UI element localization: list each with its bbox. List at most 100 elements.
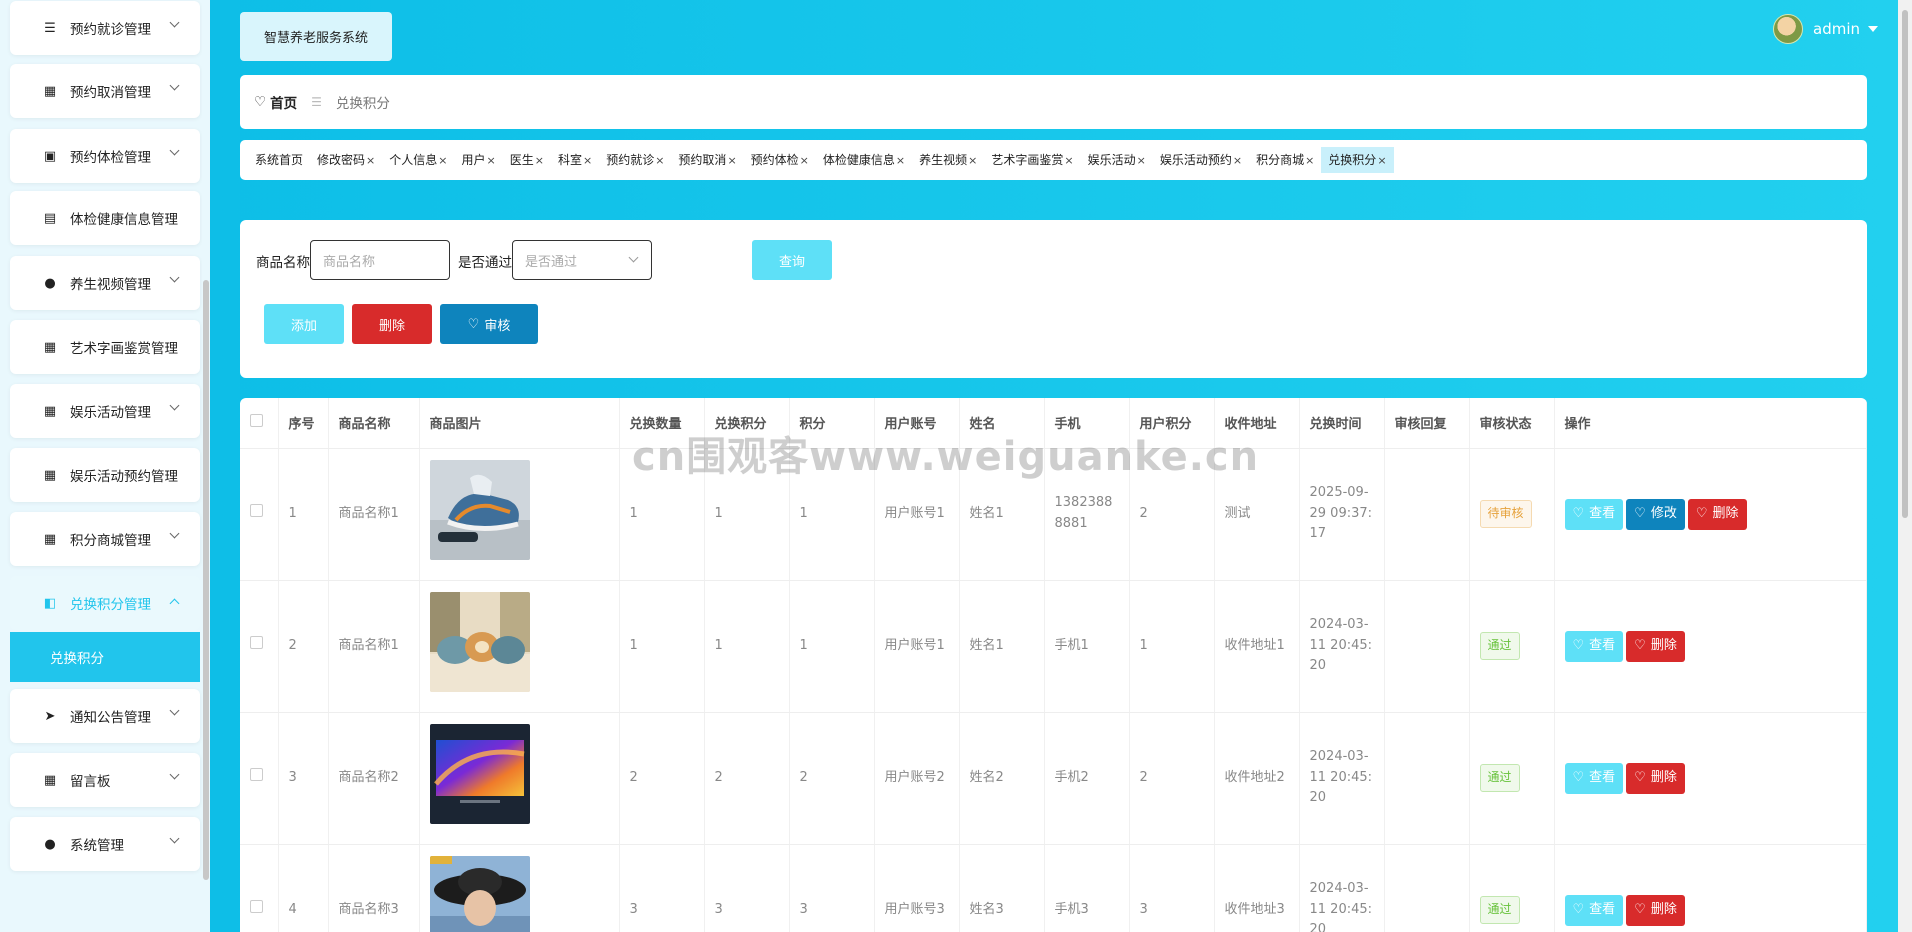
view-button[interactable]: ♡ 查看 (1564, 762, 1624, 794)
sidebar-scroll-thumb[interactable] (203, 280, 209, 880)
row-checkbox[interactable] (250, 503, 263, 517)
tab-item[interactable]: 娱乐活动预约× (1153, 147, 1249, 173)
sidebar-item[interactable]: ▦ 预约取消管理 (10, 64, 200, 118)
heart-icon: ♡ (1634, 901, 1646, 917)
column-header: 审核状态 (1469, 398, 1555, 449)
sidebar-item[interactable]: ● 养生视频管理 (10, 256, 200, 310)
column-header: 兑换积分 (704, 398, 790, 449)
tab-item[interactable]: 修改密码× (310, 147, 382, 173)
sidebar-scrollbar[interactable] (202, 0, 210, 932)
tab-label: 娱乐活动 (1087, 153, 1136, 167)
close-icon[interactable]: × (438, 154, 447, 167)
tab-item[interactable]: 用户× (454, 147, 502, 173)
close-icon[interactable]: × (800, 154, 809, 167)
sidebar-item[interactable]: ☰ 预约就诊管理 (10, 1, 200, 55)
row-select-cell[interactable] (240, 844, 279, 932)
sidebar-item[interactable]: ▦ 娱乐活动预约管理 (10, 448, 200, 502)
view-button-label: 查看 (1589, 769, 1616, 785)
tab-item[interactable]: 医生× (503, 147, 551, 173)
tab-item[interactable]: 系统首页 (248, 147, 310, 173)
close-icon[interactable]: × (366, 154, 375, 167)
tab-item[interactable]: 积分商城× (1249, 147, 1321, 173)
sidebar-item[interactable]: ▣ 预约体检管理 (10, 129, 200, 183)
close-icon[interactable]: × (535, 154, 544, 167)
cell-actions: ♡ 查看 ♡ 删除 (1554, 712, 1867, 845)
page-scroll-thumb[interactable] (1902, 10, 1908, 518)
tab-item[interactable]: 预约就诊× (599, 147, 671, 173)
tab-item[interactable]: 个人信息× (382, 147, 454, 173)
tv-image[interactable] (429, 724, 530, 828)
sidebar-item[interactable]: ▦ 艺术字画鉴赏管理 (10, 320, 200, 374)
tab-item[interactable]: 预约取消× (671, 147, 743, 173)
exchange-icon: ◧ (43, 595, 57, 611)
cell-points: 3 (789, 844, 875, 932)
edit-button[interactable]: ♡ 修改 (1626, 498, 1685, 530)
row-select-cell[interactable] (240, 712, 279, 845)
caret-down-icon[interactable] (1868, 26, 1878, 32)
tab-item[interactable]: 科室× (551, 147, 599, 173)
close-icon[interactable]: × (1377, 154, 1386, 167)
table-body: 1 商品名称1 1 1 1 用户账号1 姓名1 13823888881 2 测试 2025-09-2… (240, 448, 1867, 932)
tab-item[interactable]: 体检健康信息× (816, 147, 912, 173)
close-icon[interactable]: × (583, 154, 592, 167)
status-badge: 通过 (1479, 764, 1520, 792)
view-button[interactable]: ♡ 查看 (1564, 498, 1624, 530)
sidebar-item[interactable]: ▦ 娱乐活动管理 (10, 384, 200, 438)
sidebar-item[interactable]: ▦ 积分商城管理 (10, 512, 200, 566)
sidebar-item[interactable]: ▦ 留言板 (10, 753, 200, 807)
audit-button[interactable]: ♡ 审核 (440, 304, 538, 344)
close-icon[interactable]: × (1137, 154, 1146, 167)
row-checkbox[interactable] (250, 635, 263, 649)
close-icon[interactable]: × (896, 154, 905, 167)
breadcrumb-home[interactable]: 首页 (270, 92, 297, 112)
column-header: 序号 (278, 398, 329, 449)
user-menu[interactable]: admin (1773, 14, 1878, 44)
pillows-image[interactable] (429, 592, 530, 696)
delete-button[interactable]: ♡ 删除 (1626, 762, 1685, 794)
sidebar-item[interactable]: ● 系统管理 (10, 817, 200, 871)
close-icon[interactable]: × (727, 154, 736, 167)
tab-label: 修改密码 (317, 153, 366, 167)
row-checkbox[interactable] (250, 767, 263, 781)
sidebar-item[interactable]: ▤ 体检健康信息管理 (10, 191, 200, 245)
select-all-checkbox[interactable] (250, 414, 263, 428)
sidebar-item-label: 通知公告管理 (70, 710, 151, 726)
close-icon[interactable]: × (1305, 154, 1314, 167)
page-scrollbar[interactable] (1898, 0, 1912, 932)
sidebar-item[interactable]: ➤ 通知公告管理 (10, 689, 200, 743)
add-button[interactable]: 添加 (264, 304, 344, 344)
close-icon[interactable]: × (1233, 154, 1242, 167)
sidebar-item[interactable]: ◧ 兑换积分管理 (10, 576, 200, 630)
username[interactable]: admin (1813, 20, 1860, 38)
tab-item[interactable]: 娱乐活动× (1081, 147, 1153, 173)
avatar[interactable] (1773, 14, 1803, 44)
cell-address: 收件地址3 (1214, 844, 1300, 932)
sidebar-item-label: 积分商城管理 (70, 533, 151, 549)
batch-delete-button[interactable]: 删除 (352, 304, 432, 344)
delete-button[interactable]: ♡ 删除 (1626, 894, 1685, 926)
close-icon[interactable]: × (1064, 154, 1073, 167)
close-icon[interactable]: × (487, 154, 496, 167)
query-button[interactable]: 查询 (752, 240, 832, 280)
cell-product: 商品名称3 (328, 844, 420, 932)
row-select-cell[interactable] (240, 448, 279, 581)
view-button[interactable]: ♡ 查看 (1564, 894, 1624, 926)
tab-label: 预约体检 (750, 153, 799, 167)
tab-item[interactable]: 预约体检× (744, 147, 816, 173)
tab-item[interactable]: 兑换积分× (1321, 147, 1394, 173)
row-select-cell[interactable] (240, 580, 279, 713)
view-button[interactable]: ♡ 查看 (1564, 630, 1624, 662)
cell-product: 商品名称2 (328, 712, 420, 845)
close-icon[interactable]: × (968, 154, 977, 167)
close-icon[interactable]: × (655, 154, 664, 167)
delete-button[interactable]: ♡ 删除 (1626, 630, 1685, 662)
row-checkbox[interactable] (250, 899, 263, 913)
tab-item[interactable]: 艺术字画鉴赏× (984, 147, 1080, 173)
pass-select[interactable]: 是否通过 (512, 240, 652, 280)
tab-item[interactable]: 养生视频× (912, 147, 984, 173)
product-name-input[interactable]: 商品名称 (310, 240, 450, 280)
select-all-cell[interactable] (240, 398, 279, 449)
submenu-item-exchange-points[interactable]: 兑换积分 (10, 632, 200, 682)
delete-button[interactable]: ♡ 删除 (1687, 498, 1747, 530)
sneaker-image[interactable] (429, 460, 530, 564)
